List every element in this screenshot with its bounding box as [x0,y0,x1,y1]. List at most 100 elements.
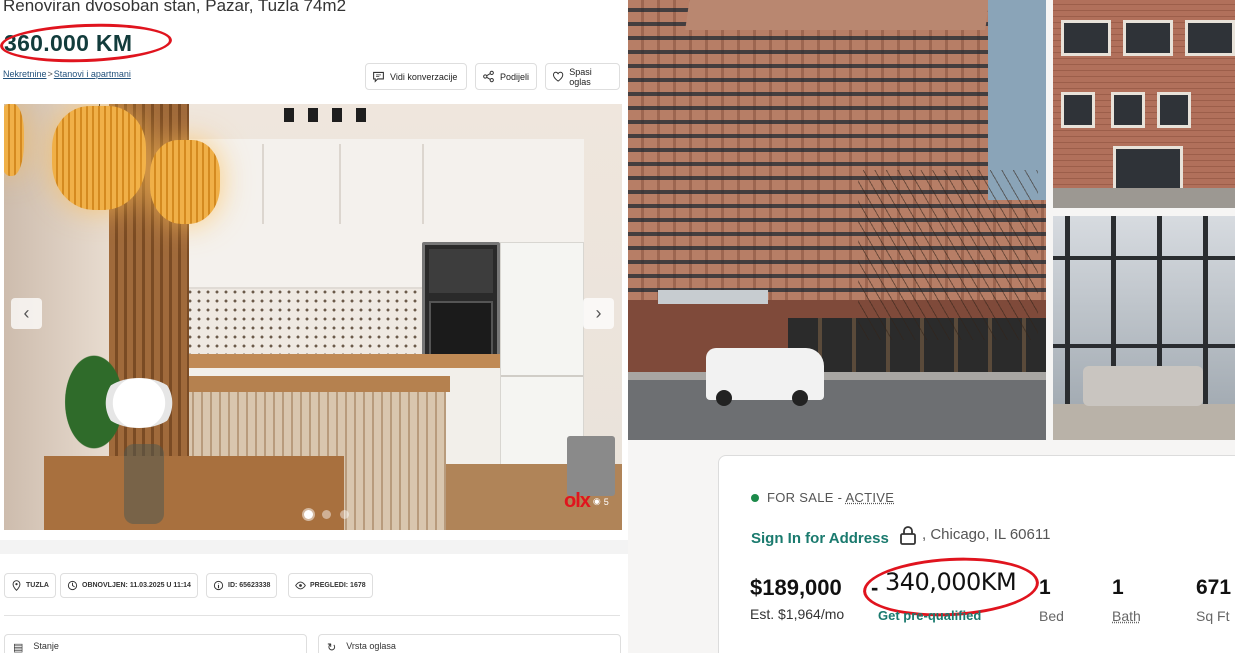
lock-icon [900,526,916,545]
baths-label: Bath [1112,608,1141,624]
status-dot [751,493,759,502]
photo-window [1111,92,1145,128]
photo-transom [1053,256,1235,260]
photo-spotlights [282,104,372,124]
status-prefix: FOR SALE - [767,490,846,505]
gallery-dot[interactable] [340,510,349,519]
breadcrumb-nekretnine[interactable]: Nekretnine [3,69,47,79]
share-button[interactable]: Podijeli [475,63,537,90]
pendant-lamp [150,140,220,224]
listing-price-usd: $189,000 [750,575,842,600]
location-chip-label: TUZLA [26,582,49,589]
photo-backsplash [187,289,425,357]
pendant-lamp [4,104,24,176]
map-pin-icon [12,580,21,591]
section-divider [0,540,628,554]
estimated-payment: Est. $1,964/mo [750,606,845,622]
clock-icon [67,580,78,591]
chat-icon [373,71,384,83]
photo-window [1157,92,1191,128]
gallery-next-button[interactable]: › [583,298,614,329]
photo-vase [124,444,164,524]
photo-oven [422,242,500,366]
condition-icon: ▤ [13,642,24,653]
breadcrumb: Nekretnine>Stanovi i apartmani [3,69,131,79]
us-listing-panel: FOR SALE - ACTIVE Sign In for Address , … [628,0,1235,653]
photo-street [628,380,1046,440]
annotation-text: 340,000KM [885,568,1017,596]
photo-window [1185,20,1235,56]
beds-value: 1 [1039,576,1051,599]
photo-gallery[interactable]: ‹ › olx ◉ 5 [4,104,622,530]
photo-canopy [658,290,768,304]
listing-summary-card: FOR SALE - ACTIVE Sign In for Address , … [718,455,1235,653]
photo-van [706,348,824,406]
sqft-label: Sq Ft [1196,608,1230,624]
heart-icon [553,71,564,82]
listing-type-label: Vrsta oglasa [346,641,396,651]
olx-watermark: olx [564,490,591,512]
olx-listing-panel: Renoviran dvosoban stan, Pazar, Tuzla 74… [0,0,628,653]
updated-chip-label: OBNOVLJEN: 11.03.2025 U 11:14 [82,582,191,589]
photo-countertop [187,354,500,368]
breadcrumb-stanovi[interactable]: Stanovi i apartmani [54,69,131,79]
photo-count-badge: olx ◉ 5 [564,490,609,513]
info-icon [213,580,224,591]
photo-trash-bin [567,436,615,496]
save-ad-label: Spasi oglas [569,66,592,87]
beds-label: Bed [1039,608,1064,624]
chevron-left-icon: ‹ [23,303,30,323]
id-chip-label: ID: 65623338 [228,582,271,589]
sign-in-for-address-link[interactable]: Sign In for Address [751,530,889,547]
chevron-right-icon: › [595,303,602,323]
red-circle-annotation [0,21,173,65]
pendant-lamp [52,106,146,210]
photo-transom [1053,344,1235,348]
gallery-prev-button[interactable]: ‹ [11,298,42,329]
condition-label: Stanje [33,641,59,651]
get-prequalified-link[interactable]: Get pre-qualified [878,608,981,623]
gallery-pagination [304,510,349,519]
photo-window [1123,20,1173,56]
photo-flowers [99,378,179,428]
share-label: Podijeli [500,71,530,82]
views-chip: PREGLEDI: 1678 [288,573,373,598]
photo-trees [858,170,1038,340]
entrance-photo[interactable] [1053,0,1235,208]
share-icon [483,70,494,83]
listing-location: , Chicago, IL 60611 [922,526,1051,543]
divider [4,615,620,616]
photo-sidewalk [1053,188,1235,208]
photo-cabinet-seam [422,144,424,224]
photo-tower-top [685,0,991,30]
price-highlight: 360.000 KM [0,21,173,65]
photo-doorway [1113,146,1183,192]
photo-count: 5 [603,496,609,507]
location-chip: TUZLA [4,573,56,598]
gallery-dot[interactable] [322,510,331,519]
view-conversations-button[interactable]: Vidi konverzacije [365,63,467,90]
photo-lobby-floor [1053,404,1235,440]
lobby-photo[interactable] [1053,216,1235,440]
id-chip: ID: 65623338 [206,573,278,598]
camera-icon: ◉ [592,496,601,506]
status-value: ACTIVE [845,490,895,505]
baths-value: 1 [1112,576,1124,599]
save-ad-button[interactable]: Spasi oglas [545,63,620,90]
views-chip-label: PREGLEDI: 1678 [310,582,366,589]
listing-type-field: ↻ Vrsta oglasa [318,634,621,653]
view-conversations-label: Vidi konverzacije [390,71,458,82]
photo-window [1061,20,1111,56]
status-badge: FOR SALE - ACTIVE [751,490,894,505]
building-photo[interactable] [628,0,1046,440]
listing-title: Renoviran dvosoban stan, Pazar, Tuzla 74… [3,0,347,15]
condition-field: ▤ Stanje [4,634,307,653]
photo-sofa [1083,366,1203,406]
photo-cabinet-seam [262,144,264,224]
eye-icon [295,581,306,590]
photo-window [1061,92,1095,128]
refresh-icon: ↻ [327,642,337,653]
gallery-dot[interactable] [304,510,313,519]
updated-chip: OBNOVLJEN: 11.03.2025 U 11:14 [60,573,198,598]
photo-island-top [172,376,450,392]
